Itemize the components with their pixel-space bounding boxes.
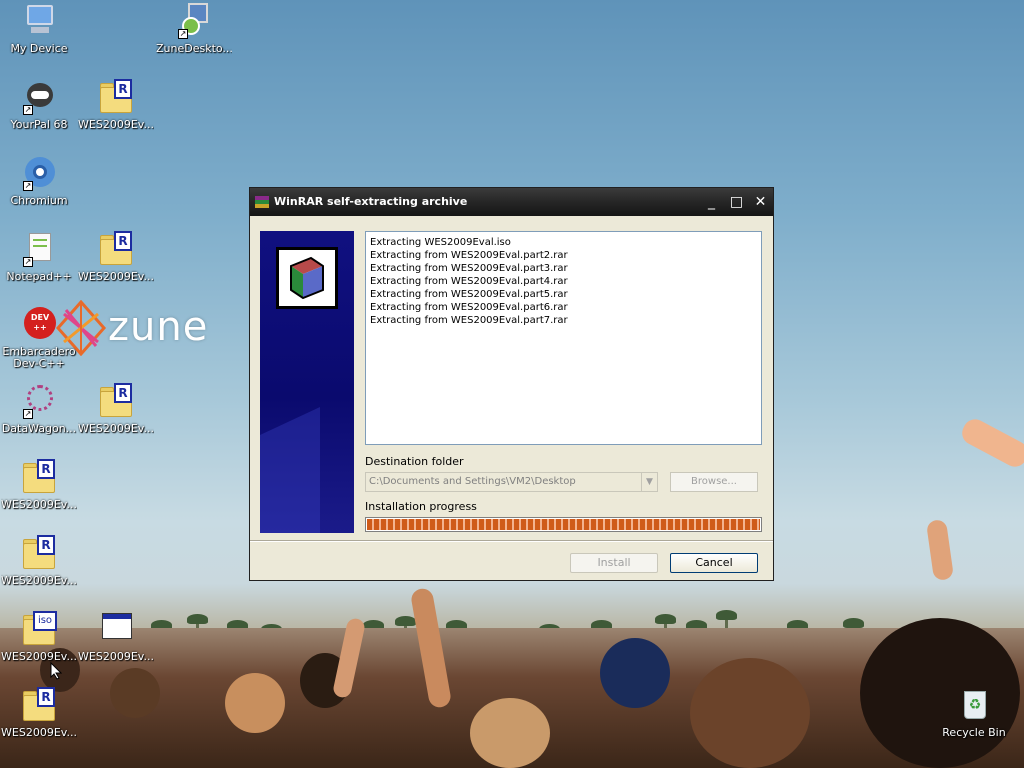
winrar-app-icon [255, 196, 269, 208]
icon-label: WES2009Ev... [78, 118, 154, 131]
rar-folder-icon: R [21, 535, 57, 571]
log-line: Extracting from WES2009Eval.part2.rar [370, 250, 568, 261]
desktop-icon-my-device[interactable]: My Device [1, 3, 77, 55]
icon-label: YourPal 68 [10, 118, 68, 131]
progress-fill [367, 519, 760, 530]
desktop-icon-wes2009-rar-2[interactable]: R WES2009Ev... [78, 231, 154, 283]
icon-label: My Device [10, 42, 68, 55]
rar-folder-icon: R [98, 383, 134, 419]
winrar-sfx-window: WinRAR self-extracting archive _ □ ✕ Ext [249, 187, 774, 581]
icon-label: Chromium [10, 194, 68, 207]
devcpp-badge-text: DEV ++ [24, 307, 56, 339]
browse-button[interactable]: Browse... [670, 472, 758, 492]
desktop-icon-chromium[interactable]: ↗ Chromium [1, 155, 77, 207]
icon-label: WES2009Ev... [1, 574, 77, 587]
icon-label: WES2009Ev... [78, 650, 154, 663]
window-body: Extracting WES2009Eval.iso Extracting fr… [250, 216, 773, 580]
log-line: Extracting from WES2009Eval.part4.rar [370, 276, 568, 287]
rar-folder-icon: R [21, 459, 57, 495]
datawagon-icon: ↗ [21, 383, 57, 419]
chromium-icon: ↗ [21, 155, 57, 191]
raccoon-icon: ↗ [21, 79, 57, 115]
divider [250, 540, 773, 542]
desktop: zune My Device ↗ ZuneDeskto... ↗ YourPal… [0, 0, 1024, 768]
desktop-icon-wes2009-rar-6[interactable]: R WES2009Ev... [1, 687, 77, 739]
desktop-icon-datawagon[interactable]: ↗ DataWagon... [1, 383, 77, 435]
cancel-button[interactable]: Cancel [670, 553, 758, 573]
desktop-icon-wes2009-exe[interactable]: WES2009Ev... [78, 611, 154, 663]
window-title: WinRAR self-extracting archive [274, 195, 468, 208]
icon-label: WES2009Ev... [1, 498, 77, 511]
archive-box-icon [276, 247, 338, 309]
desktop-icon-wes2009-iso[interactable]: iso WES2009Ev... [1, 611, 77, 663]
log-line: Extracting from WES2009Eval.part5.rar [370, 289, 568, 300]
rar-folder-icon: R [98, 231, 134, 267]
desktop-icon-notepadpp[interactable]: ↗ Notepad++ [1, 231, 77, 283]
title-bar[interactable]: WinRAR self-extracting archive _ □ ✕ [250, 188, 773, 216]
maximize-button[interactable]: □ [726, 192, 747, 213]
icon-label: Embarcadero Dev-C++ [2, 346, 76, 370]
raised-hand [957, 415, 1024, 471]
icon-label: WES2009Ev... [78, 422, 154, 435]
installation-progress-label: Installation progress [365, 500, 477, 513]
install-button[interactable]: Install [570, 553, 658, 573]
icon-label: WES2009Ev... [1, 726, 77, 739]
zune-installer-icon: ↗ [176, 3, 212, 39]
desktop-icon-wes2009-rar-1[interactable]: R WES2009Ev... [78, 79, 154, 131]
window-file-icon [98, 611, 134, 647]
destination-folder-combo[interactable]: C:\Documents and Settings\VM2\Desktop ▼ [365, 472, 658, 492]
devcpp-icon: DEV ++ [21, 307, 57, 343]
icon-label: Notepad++ [6, 270, 72, 283]
icon-label: Recycle Bin [942, 726, 1006, 739]
rar-folder-icon: R [98, 79, 134, 115]
icon-label: WES2009Ev... [1, 650, 77, 663]
side-banner [260, 231, 354, 533]
desktop-icon-wes2009-rar-3[interactable]: R WES2009Ev... [78, 383, 154, 435]
log-line: Extracting from WES2009Eval.part7.rar [370, 315, 568, 326]
icon-label: ZuneDeskto... [156, 42, 232, 55]
zune-wordmark: zune [108, 304, 209, 350]
desktop-icon-zune-installer[interactable]: ↗ ZuneDeskto... [156, 3, 232, 55]
mouse-cursor-icon [50, 662, 62, 680]
rar-folder-icon: R [21, 687, 57, 723]
desktop-icon-yourpal[interactable]: ↗ YourPal 68 [1, 79, 77, 131]
chevron-down-icon[interactable]: ▼ [641, 473, 657, 491]
installation-progress-bar [365, 517, 762, 532]
notepad-plus-plus-icon: ↗ [21, 231, 57, 267]
destination-folder-value: C:\Documents and Settings\VM2\Desktop [369, 476, 576, 487]
extraction-log[interactable]: Extracting WES2009Eval.iso Extracting fr… [365, 231, 762, 445]
log-line: Extracting from WES2009Eval.part6.rar [370, 302, 568, 313]
computer-icon [21, 3, 57, 39]
recycle-bin-icon: ♻ [956, 687, 992, 723]
iso-folder-icon: iso [21, 611, 57, 647]
desktop-icon-devcpp[interactable]: DEV ++ Embarcadero Dev-C++ [1, 307, 77, 370]
icon-label: DataWagon... [1, 422, 77, 435]
desktop-icon-recycle-bin[interactable]: ♻ Recycle Bin [936, 687, 1012, 739]
minimize-button[interactable]: _ [701, 192, 722, 213]
log-line: Extracting WES2009Eval.iso [370, 237, 511, 248]
zune-logo: zune [56, 300, 226, 356]
icon-label: WES2009Ev... [78, 270, 154, 283]
close-button[interactable]: ✕ [750, 192, 771, 213]
destination-folder-label: Destination folder [365, 455, 464, 468]
log-line: Extracting from WES2009Eval.part3.rar [370, 263, 568, 274]
raised-arm [925, 518, 955, 582]
desktop-icon-wes2009-rar-4[interactable]: R WES2009Ev... [1, 459, 77, 511]
desktop-icon-wes2009-rar-5[interactable]: R WES2009Ev... [1, 535, 77, 587]
